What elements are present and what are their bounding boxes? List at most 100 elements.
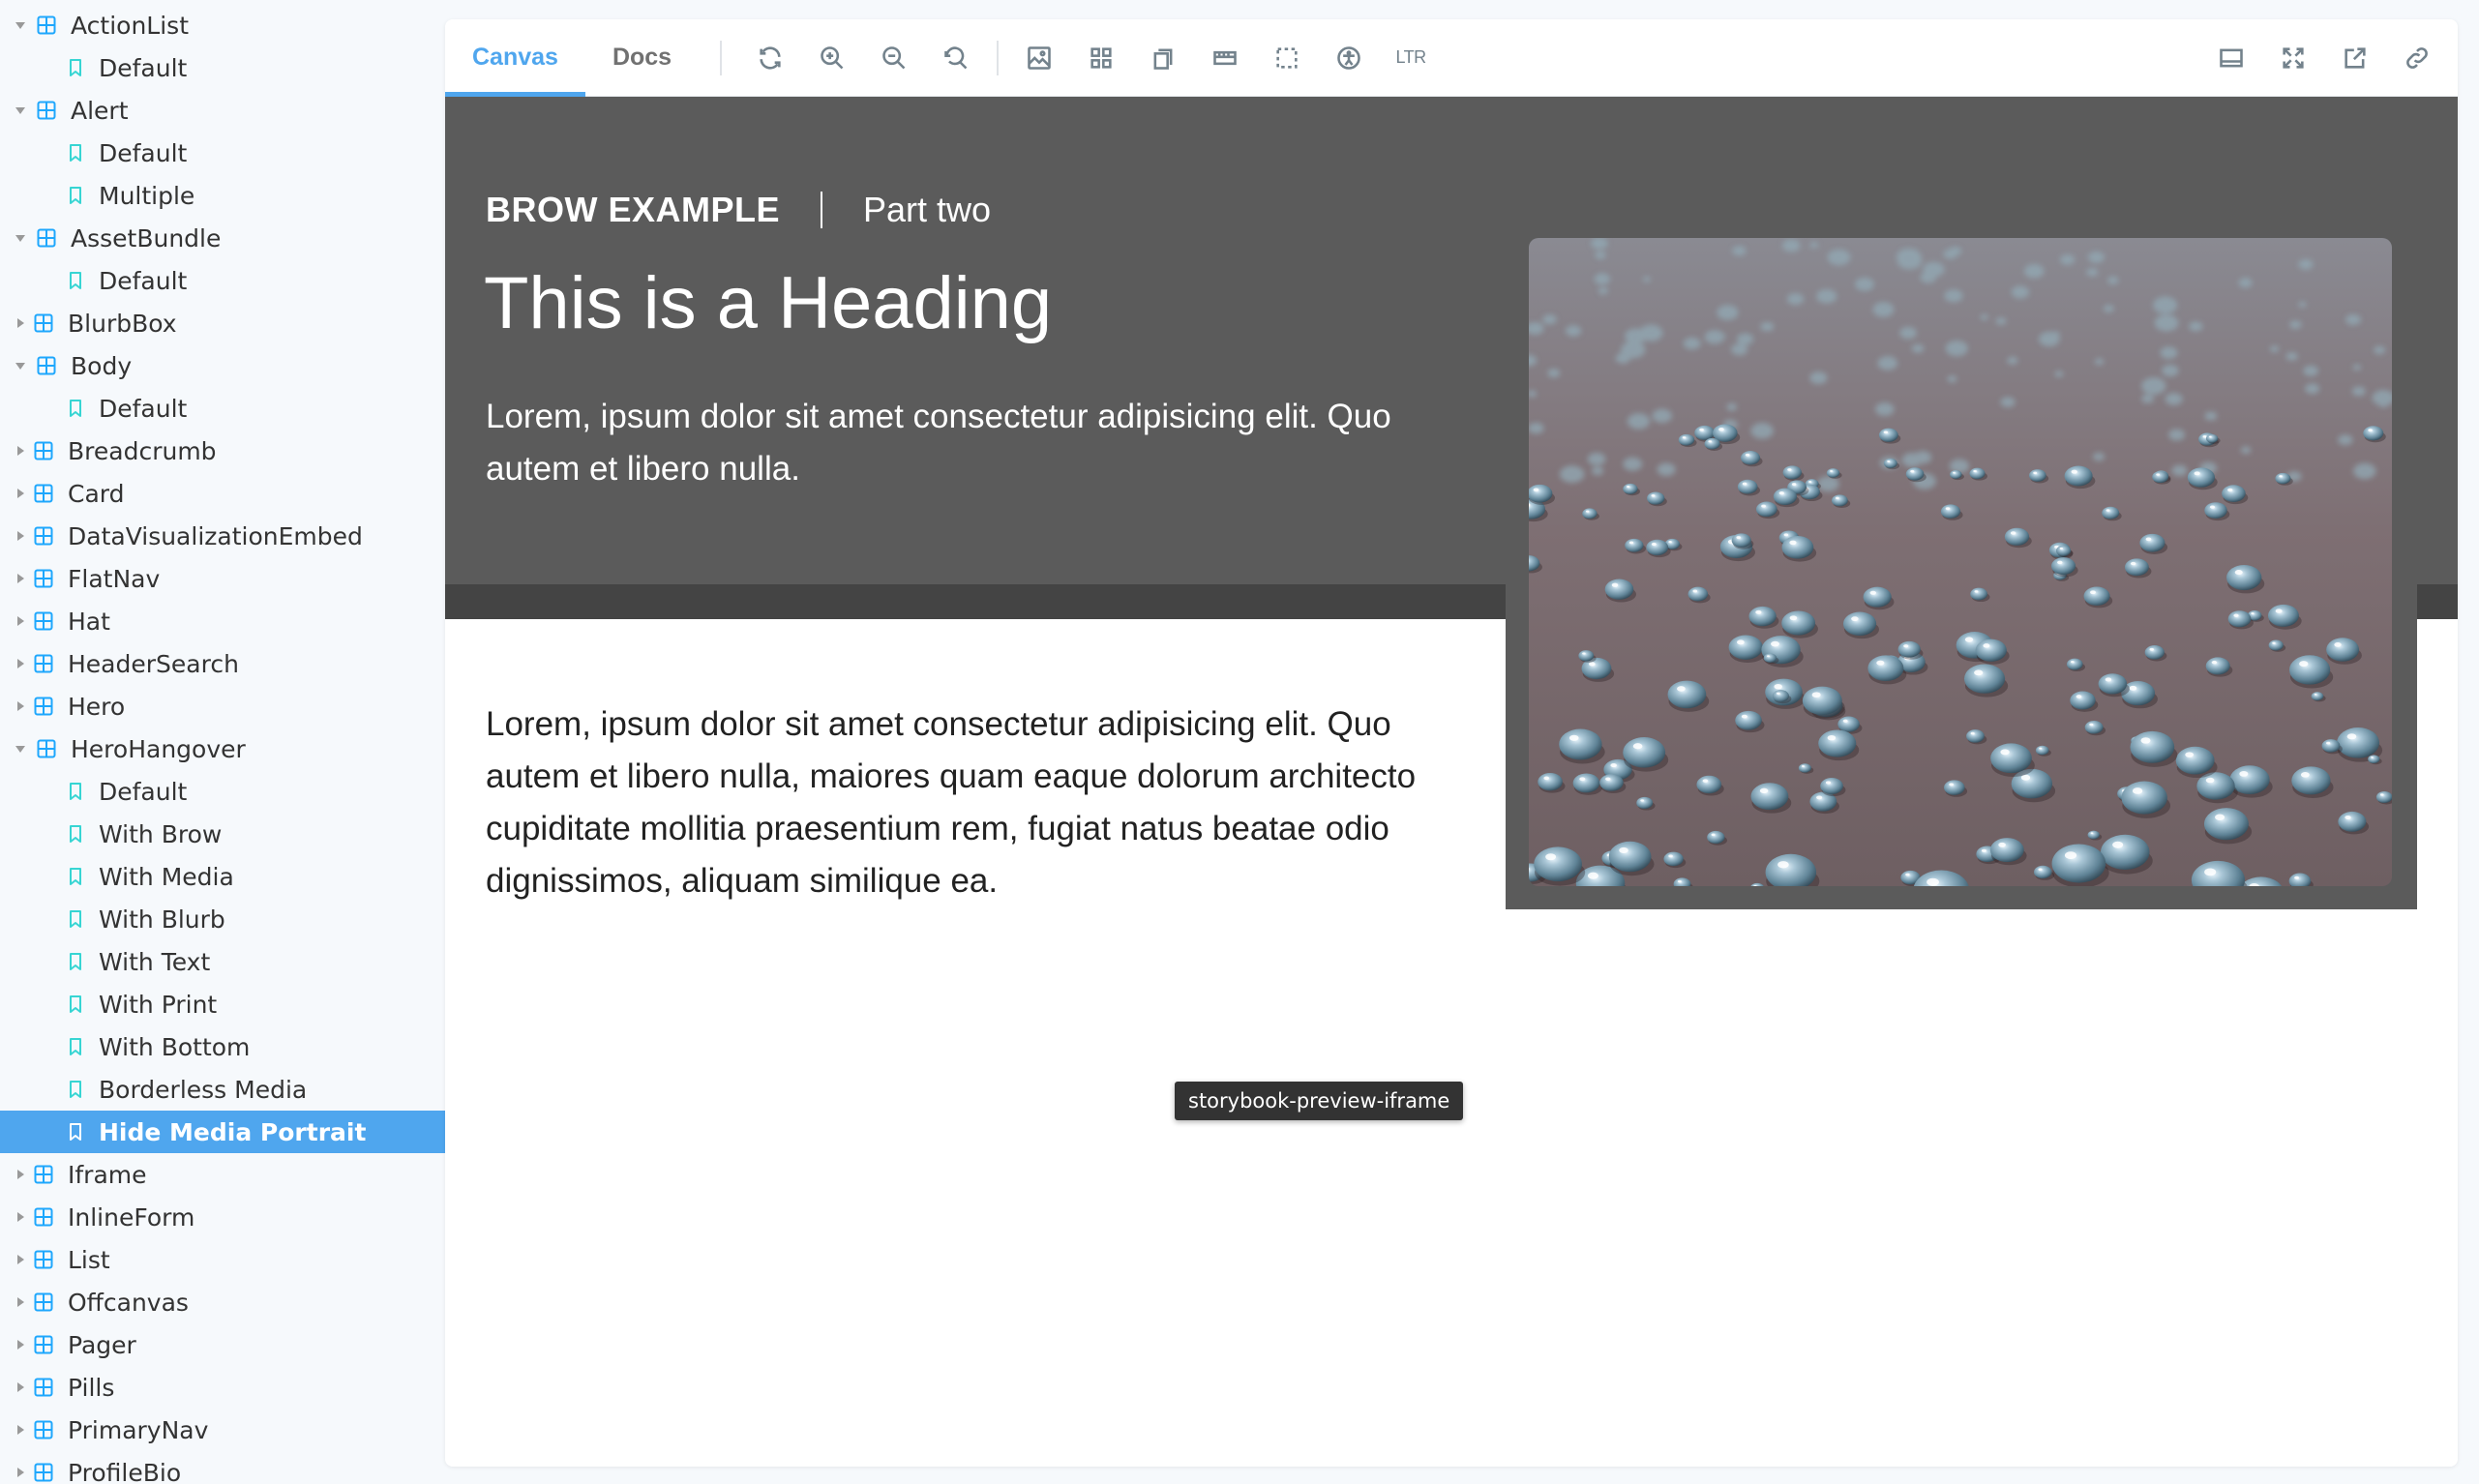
- bookmark-icon: [70, 400, 81, 417]
- caret-right-icon[interactable]: [17, 489, 24, 498]
- sidebar-story-default[interactable]: Default: [0, 46, 445, 89]
- caret-right-icon[interactable]: [17, 1170, 24, 1179]
- caret-right-icon[interactable]: [17, 1297, 24, 1307]
- sidebar-item-label: Default: [99, 138, 188, 167]
- caret-right-icon[interactable]: [17, 1255, 24, 1264]
- caret-right-icon[interactable]: [17, 1468, 24, 1477]
- caret-right-icon[interactable]: [17, 1212, 24, 1222]
- zoom-in-icon[interactable]: [801, 19, 863, 97]
- sidebar-story-default[interactable]: Default: [0, 259, 445, 302]
- sidebar-story-with-media[interactable]: With Media: [0, 855, 445, 898]
- caret-right-icon[interactable]: [17, 659, 24, 668]
- caret-right-icon[interactable]: [17, 701, 24, 711]
- sidebar-component-blurbbox[interactable]: BlurbBox: [0, 302, 445, 344]
- tab-docs[interactable]: Docs: [585, 19, 699, 97]
- bookmark-icon: [70, 1081, 81, 1098]
- sidebar-story-hide-media-portrait[interactable]: Hide Media Portrait: [0, 1111, 445, 1153]
- sidebar-component-pager[interactable]: Pager: [0, 1323, 445, 1366]
- grid-icon[interactable]: [1070, 19, 1132, 97]
- sidebar-component-hero[interactable]: Hero: [0, 685, 445, 727]
- reload-icon[interactable]: [739, 19, 801, 97]
- caret-right-icon[interactable]: [17, 1340, 24, 1350]
- caret-down-icon[interactable]: [15, 106, 25, 114]
- sidebar-story-with-brow[interactable]: With Brow: [0, 813, 445, 855]
- sidebar-component-headersearch[interactable]: HeaderSearch: [0, 642, 445, 685]
- sidebar-story-default[interactable]: Default: [0, 387, 445, 430]
- sidebar-item-label: Body: [71, 351, 133, 380]
- caret-right-icon[interactable]: [17, 531, 24, 541]
- sidebar-component-herohangover[interactable]: HeroHangover: [0, 727, 445, 770]
- direction-toggle[interactable]: LTR: [1380, 19, 1442, 97]
- tab-canvas[interactable]: Canvas: [445, 19, 585, 97]
- sidebar-story-with-text[interactable]: With Text: [0, 940, 445, 983]
- component-icon: [34, 1250, 53, 1269]
- sidebar-component-offcanvas[interactable]: Offcanvas: [0, 1281, 445, 1323]
- open-new-tab-icon[interactable]: [2324, 19, 2386, 97]
- measure-icon[interactable]: [1194, 19, 1256, 97]
- sidebar-item-label: Borderless Media: [99, 1075, 308, 1104]
- outline-icon[interactable]: [1256, 19, 1318, 97]
- sidebar-item-label: With Bottom: [99, 1032, 251, 1061]
- sidebar-story-with-print[interactable]: With Print: [0, 983, 445, 1025]
- bookmark-icon: [70, 995, 81, 1013]
- sidebar-component-inlineform[interactable]: InlineForm: [0, 1196, 445, 1238]
- sidebar-item-label: Breadcrumb: [68, 436, 217, 465]
- sidebar-component-card[interactable]: Card: [0, 472, 445, 515]
- sidebar-component-actionlist[interactable]: ActionList: [0, 4, 445, 46]
- component-icon: [37, 101, 56, 120]
- bookmark-icon: [70, 1038, 81, 1055]
- storybook-preview-iframe[interactable]: BROW EXAMPLE Part two This is a Heading …: [445, 97, 2458, 1467]
- fullscreen-icon[interactable]: [2262, 19, 2324, 97]
- iframe-tooltip: storybook-preview-iframe: [1175, 1082, 1464, 1120]
- sidebar-story-with-blurb[interactable]: With Blurb: [0, 898, 445, 940]
- caret-right-icon[interactable]: [17, 574, 24, 583]
- viewport-icon[interactable]: [1132, 19, 1194, 97]
- caret-right-icon[interactable]: [17, 1425, 24, 1435]
- sidebar-component-pills[interactable]: Pills: [0, 1366, 445, 1409]
- sidebar-story-default[interactable]: Default: [0, 770, 445, 813]
- sidebar-item-label: With Media: [99, 862, 234, 891]
- sidebar-item-label: Default: [99, 777, 188, 806]
- sidebar-item-label: Hide Media Portrait: [99, 1117, 367, 1146]
- caret-right-icon[interactable]: [17, 446, 24, 456]
- bookmark-icon: [70, 910, 81, 928]
- direction-label: LTR: [1395, 47, 1427, 67]
- background-icon[interactable]: [1008, 19, 1070, 97]
- caret-right-icon[interactable]: [17, 616, 24, 626]
- component-icon: [34, 1420, 53, 1439]
- caret-down-icon[interactable]: [15, 234, 25, 242]
- zoom-reset-icon[interactable]: [925, 19, 987, 97]
- sidebar-story-with-bottom[interactable]: With Bottom: [0, 1025, 445, 1068]
- component-icon: [34, 1165, 53, 1184]
- panel-toggle-icon[interactable]: [2200, 19, 2262, 97]
- sidebar-component-body[interactable]: Body: [0, 344, 445, 387]
- sidebar-item-label: ActionList: [71, 11, 189, 40]
- sidebar-component-assetbundle[interactable]: AssetBundle: [0, 217, 445, 259]
- sidebar-story-multiple[interactable]: Multiple: [0, 174, 445, 217]
- sidebar-item-label: Offcanvas: [68, 1288, 189, 1317]
- copy-link-icon[interactable]: [2386, 19, 2448, 97]
- sidebar-item-label: Multiple: [99, 181, 195, 210]
- zoom-out-icon[interactable]: [863, 19, 925, 97]
- sidebar-component-hat[interactable]: Hat: [0, 600, 445, 642]
- sidebar-story-borderless-media[interactable]: Borderless Media: [0, 1068, 445, 1111]
- caret-right-icon[interactable]: [17, 318, 24, 328]
- caret-down-icon[interactable]: [15, 362, 25, 370]
- caret-down-icon[interactable]: [15, 745, 25, 753]
- sidebar-component-iframe[interactable]: Iframe: [0, 1153, 445, 1196]
- bookmark-icon: [70, 59, 81, 76]
- component-icon: [34, 313, 53, 333]
- sidebar-component-alert[interactable]: Alert: [0, 89, 445, 132]
- sidebar-component-flatnav[interactable]: FlatNav: [0, 557, 445, 600]
- sidebar-item-label: BlurbBox: [68, 309, 177, 338]
- caret-right-icon[interactable]: [17, 1382, 24, 1392]
- sidebar-component-breadcrumb[interactable]: Breadcrumb: [0, 430, 445, 472]
- sidebar-story-default[interactable]: Default: [0, 132, 445, 174]
- sidebar-component-primarynav[interactable]: PrimaryNav: [0, 1409, 445, 1451]
- sidebar-component-list[interactable]: List: [0, 1238, 445, 1281]
- sidebar-component-datavisualizationembed[interactable]: DataVisualizationEmbed: [0, 515, 445, 557]
- caret-down-icon[interactable]: [15, 21, 25, 29]
- sidebar-item-label: With Print: [99, 990, 218, 1019]
- sidebar-component-profilebio[interactable]: ProfileBio: [0, 1451, 445, 1484]
- accessibility-icon[interactable]: [1318, 19, 1380, 97]
